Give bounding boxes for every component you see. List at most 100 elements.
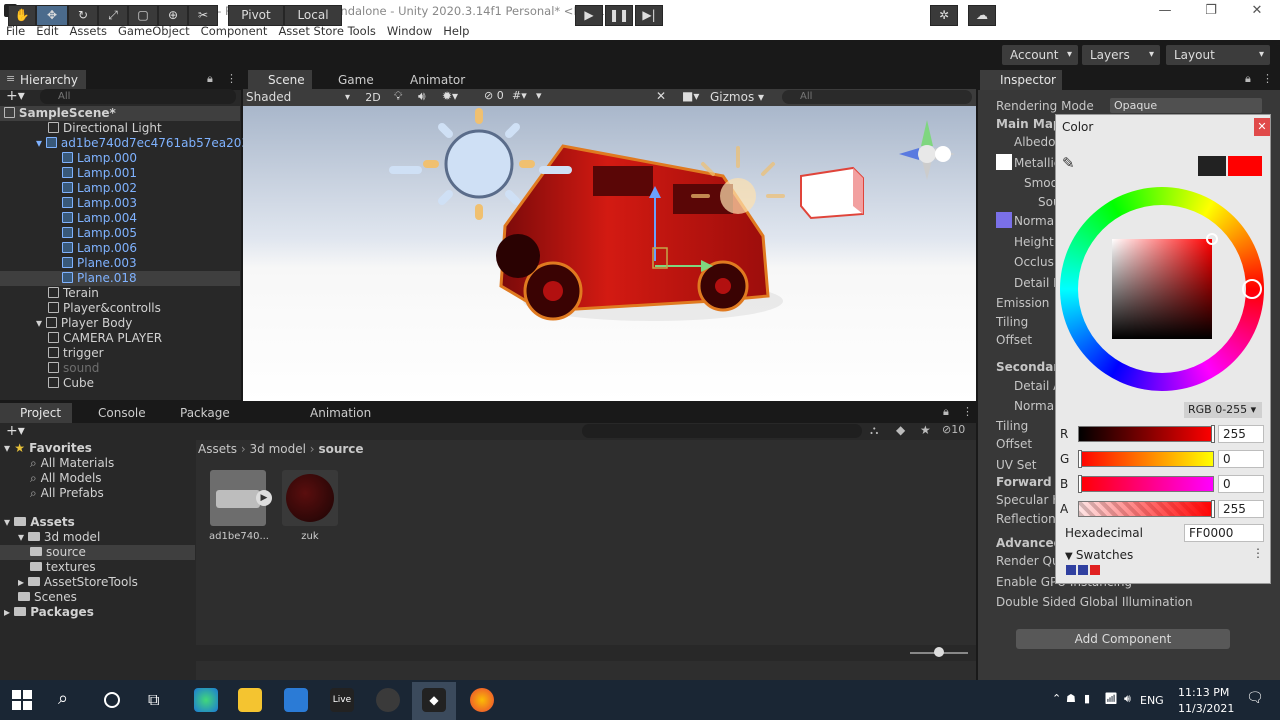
cortana-icon[interactable] xyxy=(104,692,120,708)
chrome-icon[interactable] xyxy=(470,688,494,712)
asset-tile[interactable] xyxy=(282,470,338,526)
volume-icon[interactable]: 🔊︎ xyxy=(1124,692,1131,706)
sv-picker-handle[interactable] xyxy=(1206,233,1218,245)
gizmos-dropdown[interactable]: Gizmos ▾ xyxy=(710,89,772,106)
clock-time[interactable]: 11:13 PM xyxy=(1178,686,1229,699)
shading-mode-dropdown[interactable]: Shaded ▾ xyxy=(246,89,354,106)
unity-icon[interactable]: ◆ xyxy=(422,688,446,712)
hierarchy-row[interactable]: ▾ Player Body xyxy=(0,316,240,331)
current-color-swatch[interactable] xyxy=(1228,156,1262,176)
hand-tool-icon[interactable]: ✋ xyxy=(8,5,36,26)
hierarchy-search-input[interactable]: All xyxy=(40,89,236,104)
swatch[interactable] xyxy=(1078,565,1088,575)
tab-game[interactable]: Game xyxy=(318,70,384,90)
hierarchy-row[interactable]: Lamp.000 xyxy=(0,151,240,166)
scene-search-input[interactable]: All xyxy=(782,90,972,104)
tab-scene[interactable]: Scene xyxy=(248,70,312,90)
menu-asset-store-tools[interactable]: Asset Store Tools xyxy=(278,24,375,38)
project-add-icon[interactable]: +▾ xyxy=(6,423,25,439)
hierarchy-row[interactable]: Cube xyxy=(0,376,240,391)
custom-tool-icon[interactable]: ✂ xyxy=(188,5,218,26)
transform-tool-icon[interactable]: ⊕ xyxy=(158,5,188,26)
hierarchy-row[interactable]: trigger xyxy=(0,346,240,361)
breadcrumb-item[interactable]: 3d model xyxy=(250,442,306,456)
hierarchy-row[interactable]: Lamp.002 xyxy=(0,181,240,196)
kebab-menu-icon[interactable]: ⋮ xyxy=(226,72,237,85)
task-view-icon[interactable]: ⧉ xyxy=(148,690,159,710)
audio-toggle-icon[interactable]: 🔊︎ xyxy=(418,89,426,104)
hierarchy-row[interactable]: Lamp.005 xyxy=(0,226,240,241)
hierarchy-row[interactable]: Plane.003 xyxy=(0,256,240,271)
tab-animator[interactable]: Animator xyxy=(390,70,470,90)
tab-inspector[interactable]: Inspector xyxy=(980,70,1062,90)
cube-object[interactable] xyxy=(800,166,864,220)
play-icon[interactable]: ▶ xyxy=(256,490,272,506)
breadcrumb-item[interactable]: Assets xyxy=(198,442,237,456)
eyedropper-icon[interactable]: ✎ xyxy=(1062,154,1075,172)
tab-package-manager[interactable]: Package Manager xyxy=(160,403,286,440)
collab-icon[interactable]: ✲ xyxy=(930,5,958,26)
language-indicator[interactable]: ENG xyxy=(1140,694,1164,707)
favorite-star-icon[interactable]: ★ xyxy=(920,423,931,437)
folder-row[interactable]: Scenes xyxy=(0,590,195,605)
channel-g-input[interactable]: 0 xyxy=(1218,450,1264,468)
folder-row[interactable]: source xyxy=(0,545,195,560)
project-lock-icon[interactable]: 🔒︎ xyxy=(943,405,949,419)
hierarchy-row[interactable]: sound xyxy=(0,361,240,376)
hierarchy-row[interactable]: Lamp.004 xyxy=(0,211,240,226)
notifications-icon[interactable]: 🗨︎ xyxy=(1246,690,1264,706)
channel-r-handle[interactable] xyxy=(1211,425,1215,443)
obs-icon[interactable] xyxy=(376,688,400,712)
breadcrumb-item[interactable]: source xyxy=(318,442,363,456)
folder-row[interactable]: textures xyxy=(0,560,195,575)
project-search-input[interactable] xyxy=(582,424,862,438)
menu-component[interactable]: Component xyxy=(201,24,268,38)
clock-date[interactable]: 11/3/2021 xyxy=(1178,702,1234,715)
swatches-foldout[interactable]: ▼ Swatches xyxy=(1065,545,1133,565)
effects-dropdown-icon[interactable]: ✹▾ xyxy=(442,89,458,103)
tab-animation[interactable]: Animation xyxy=(290,403,380,423)
hierarchy-row[interactable]: Directional Light xyxy=(0,121,240,136)
hierarchy-row[interactable]: Lamp.001 xyxy=(0,166,240,181)
saturation-value-square[interactable] xyxy=(1112,239,1212,339)
play-button-icon[interactable]: ▶ xyxy=(575,5,603,26)
pivot-toggle[interactable]: Pivot xyxy=(228,5,284,26)
hidden-packages-icon[interactable]: ⊘10 xyxy=(942,423,965,436)
search-by-type-icon[interactable]: ⛬ xyxy=(870,423,878,438)
foldout-arrow-icon[interactable]: ▾ xyxy=(36,136,46,150)
start-windows-icon[interactable] xyxy=(12,690,32,710)
channel-a-input[interactable]: 255 xyxy=(1218,500,1264,518)
grid-toggle-icon[interactable]: #▾ xyxy=(512,89,527,102)
favorites-folder[interactable]: ▾ ★ Favorites xyxy=(0,441,195,456)
channel-g-handle[interactable] xyxy=(1078,450,1082,468)
close-button[interactable]: ✕ xyxy=(1234,0,1280,22)
channel-b-slider[interactable] xyxy=(1078,476,1214,492)
menu-window[interactable]: Window xyxy=(387,24,432,38)
battery-icon[interactable]: ▮ xyxy=(1084,692,1090,705)
file-explorer-icon[interactable] xyxy=(238,688,262,712)
folder-row[interactable]: ▾ 3d model xyxy=(0,530,195,545)
hue-picker-handle[interactable] xyxy=(1242,279,1262,299)
previous-color-swatch[interactable] xyxy=(1198,156,1226,176)
hierarchy-row[interactable]: Lamp.006 xyxy=(0,241,240,256)
tab-console[interactable]: Console xyxy=(78,403,158,423)
inspector-lock-icon[interactable]: 🔒︎ xyxy=(1245,72,1251,86)
foldout-arrow-icon[interactable]: ▾ xyxy=(18,530,28,544)
menu-help[interactable]: Help xyxy=(443,24,469,38)
inspector-kebab-icon[interactable]: ⋮ xyxy=(1262,72,1273,85)
albedo-color-swatch[interactable] xyxy=(996,154,1012,170)
hex-input[interactable]: FF0000 xyxy=(1184,524,1264,542)
swatch[interactable] xyxy=(1066,565,1076,575)
assets-folder[interactable]: ▾ Assets xyxy=(0,515,195,530)
hidden-objects-icon[interactable]: ⊘ 0 xyxy=(484,89,504,102)
minimize-button[interactable]: — xyxy=(1142,0,1188,22)
scene-viewport[interactable] xyxy=(243,106,976,401)
step-button-icon[interactable]: ▶| xyxy=(635,5,663,26)
search-by-label-icon[interactable]: ◆ xyxy=(896,423,905,437)
2d-toggle[interactable]: 2D xyxy=(362,89,384,106)
hierarchy-row[interactable]: Plane.018 xyxy=(0,271,240,286)
camera-icon[interactable]: ■▾ xyxy=(682,89,699,103)
network-icon[interactable]: ☗ xyxy=(1066,692,1076,705)
lock-icon[interactable]: 🔒︎ xyxy=(207,72,213,86)
hierarchy-row[interactable]: CAMERA PLAYER xyxy=(0,331,240,346)
